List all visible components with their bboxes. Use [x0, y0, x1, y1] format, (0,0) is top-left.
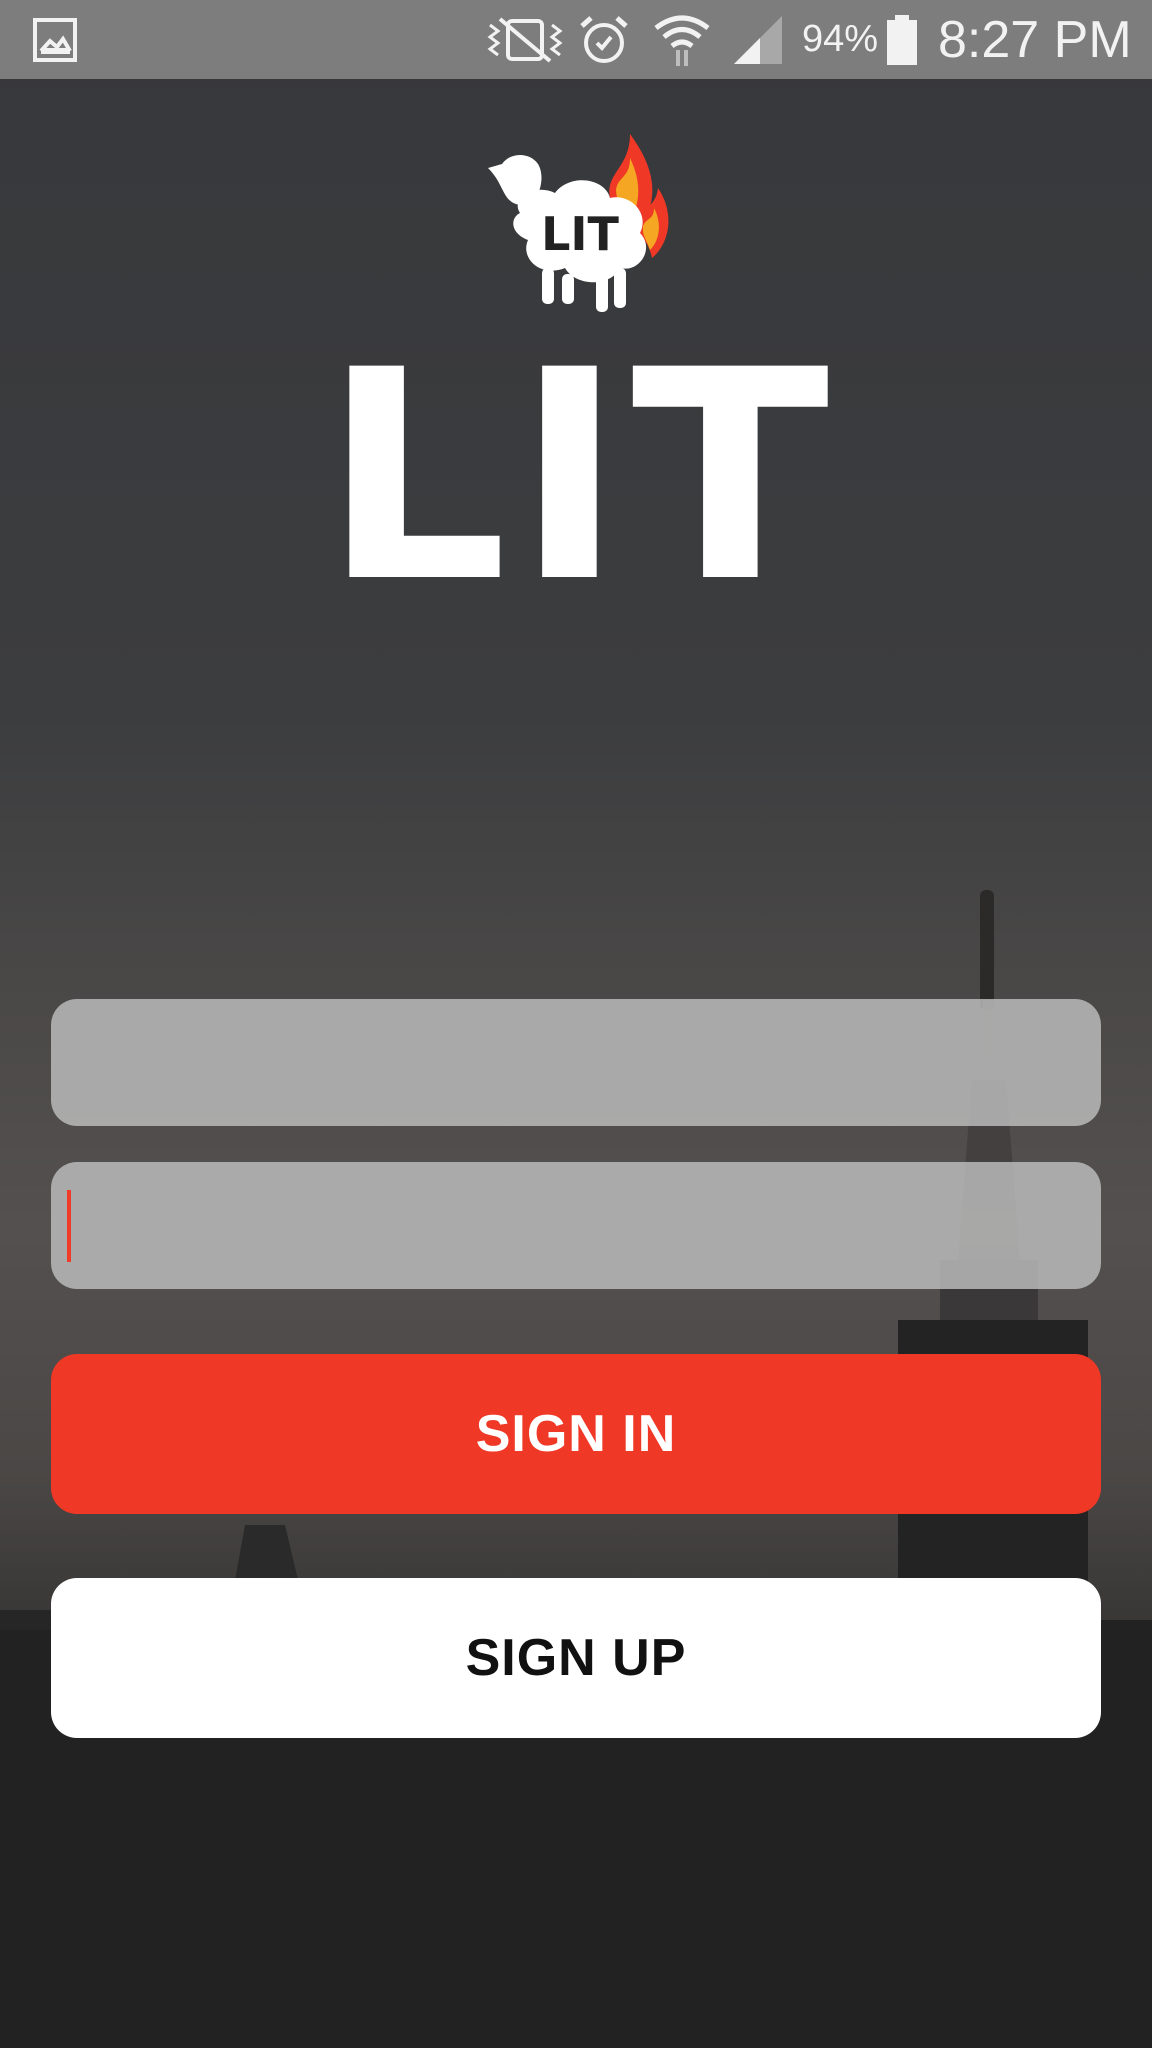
sign-up-button[interactable]: SIGN UP [51, 1578, 1101, 1738]
text-cursor [67, 1190, 71, 1262]
battery-percent-text: 94% [802, 18, 879, 60]
lit-sheep-logo: LIT [488, 134, 669, 312]
clock-time: 8:27 PM [938, 10, 1132, 69]
sign-in-button[interactable]: SIGN IN [51, 1354, 1101, 1514]
username-field[interactable] [51, 999, 1101, 1126]
password-field[interactable] [51, 1162, 1101, 1289]
status-bar: 94% 8:27 PM [0, 0, 1152, 79]
gallery-icon [32, 0, 78, 79]
vibrate-icon [486, 0, 564, 79]
battery-icon [885, 0, 919, 79]
svg-text:LIT: LIT [541, 207, 619, 261]
alarm-icon [578, 0, 630, 79]
wifi-icon [652, 0, 712, 79]
signal-icon [730, 0, 786, 79]
login-screen: 94% 8:27 PM LIT LIT SIGN IN SIGN UP [0, 0, 1152, 2048]
app-wordmark: LIT [322, 309, 838, 646]
